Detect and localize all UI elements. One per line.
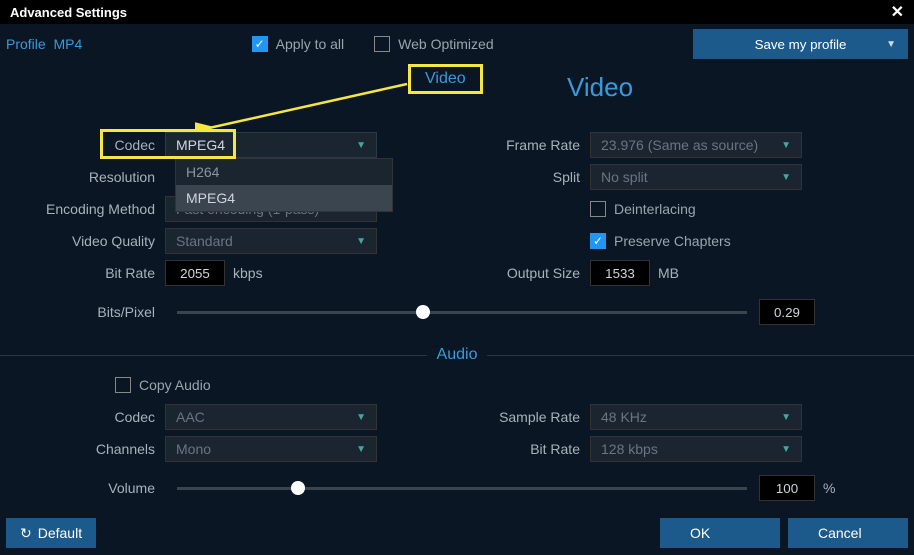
- volume-label: Volume: [0, 480, 165, 496]
- preserve-chapters-checkbox[interactable]: ✓ Preserve Chapters: [590, 233, 731, 249]
- samplerate-label: Sample Rate: [400, 409, 590, 425]
- bitrate-label: Bit Rate: [0, 265, 165, 281]
- samplerate-select[interactable]: 48 KHz ▼: [590, 404, 802, 430]
- video-section-title: Video: [567, 72, 633, 103]
- caret-down-icon: ▼: [781, 412, 791, 423]
- codec-dropdown: H264 MPEG4: [175, 158, 393, 212]
- output-size-label: Output Size: [400, 265, 590, 281]
- bitspixel-slider[interactable]: [177, 311, 747, 314]
- apply-to-all-checkbox[interactable]: ✓ Apply to all: [252, 36, 344, 52]
- copy-audio-checkbox[interactable]: Copy Audio: [115, 377, 211, 393]
- video-quality-label: Video Quality: [0, 233, 165, 249]
- bitspixel-input[interactable]: [759, 299, 815, 325]
- caret-down-icon: ▼: [781, 172, 791, 183]
- caret-down-icon: ▼: [356, 236, 366, 247]
- audio-bitrate-label: Bit Rate: [400, 441, 590, 457]
- bitrate-input[interactable]: [165, 260, 225, 286]
- window-titlebar: Advanced Settings ✕: [0, 0, 914, 24]
- deinterlacing-label: Deinterlacing: [614, 201, 696, 217]
- web-optimized-checkbox[interactable]: Web Optimized: [374, 36, 493, 52]
- checkbox-icon: ✓: [590, 233, 606, 249]
- framerate-label: Frame Rate: [400, 137, 590, 153]
- preserve-chapters-label: Preserve Chapters: [614, 233, 731, 249]
- split-label: Split: [400, 169, 590, 185]
- caret-down-icon: ▼: [356, 140, 366, 151]
- profile-label: Profile MP4: [6, 36, 82, 52]
- video-quality-select[interactable]: Standard ▼: [165, 228, 377, 254]
- cancel-button[interactable]: Cancel: [788, 518, 908, 548]
- channels-select[interactable]: Mono ▼: [165, 436, 377, 462]
- codec-label: Codec: [0, 137, 165, 153]
- encoding-label: Encoding Method: [0, 201, 165, 217]
- ok-button[interactable]: OK: [660, 518, 780, 548]
- audio-codec-select[interactable]: AAC ▼: [165, 404, 377, 430]
- resolution-label: Resolution: [0, 169, 165, 185]
- default-button[interactable]: ↻ Default: [6, 518, 96, 548]
- checkbox-icon: [115, 377, 131, 393]
- volume-unit: %: [823, 480, 835, 496]
- audio-separator: Audio: [0, 346, 914, 364]
- volume-slider[interactable]: [177, 487, 747, 490]
- web-optimized-label: Web Optimized: [398, 36, 493, 52]
- footer-bar: ↻ Default OK Cancel: [0, 515, 914, 555]
- codec-select[interactable]: MPEG4 ▼: [165, 132, 377, 158]
- save-profile-button[interactable]: Save my profile ▼: [693, 29, 908, 59]
- split-select[interactable]: No split ▼: [590, 164, 802, 190]
- caret-down-icon: ▼: [356, 412, 366, 423]
- caret-down-icon: ▼: [781, 140, 791, 151]
- copy-audio-label: Copy Audio: [139, 377, 211, 393]
- slider-thumb-icon[interactable]: [416, 305, 430, 319]
- audio-bitrate-select[interactable]: 128 kbps ▼: [590, 436, 802, 462]
- channels-label: Channels: [0, 441, 165, 457]
- audio-section-title: Audio: [427, 346, 488, 364]
- window-title: Advanced Settings: [10, 5, 127, 20]
- caret-down-icon: ▼: [356, 444, 366, 455]
- audio-codec-label: Codec: [0, 409, 165, 425]
- checkbox-icon: ✓: [252, 36, 268, 52]
- deinterlacing-checkbox[interactable]: Deinterlacing: [590, 201, 696, 217]
- caret-down-icon: ▼: [781, 444, 791, 455]
- apply-to-all-label: Apply to all: [276, 36, 344, 52]
- framerate-select[interactable]: 23.976 (Same as source) ▼: [590, 132, 802, 158]
- settings-pane: Codec MPEG4 ▼ Frame Rate 23.976 (Same as…: [0, 130, 914, 504]
- slider-thumb-icon[interactable]: [291, 481, 305, 495]
- close-icon[interactable]: ✕: [891, 2, 904, 22]
- reset-icon: ↻: [20, 525, 32, 542]
- checkbox-icon: [590, 201, 606, 217]
- output-size-input[interactable]: [590, 260, 650, 286]
- checkbox-icon: [374, 36, 390, 52]
- volume-input[interactable]: [759, 475, 815, 501]
- bitspixel-label: Bits/Pixel: [0, 304, 165, 320]
- annotation-video-box: Video: [408, 64, 483, 94]
- bitrate-unit: kbps: [233, 265, 263, 281]
- output-size-unit: MB: [658, 265, 679, 281]
- codec-option-mpeg4[interactable]: MPEG4: [176, 185, 392, 211]
- codec-option-h264[interactable]: H264: [176, 159, 392, 185]
- caret-down-icon: ▼: [886, 39, 896, 50]
- top-toolbar: Profile MP4 ✓ Apply to all Web Optimized…: [0, 24, 914, 64]
